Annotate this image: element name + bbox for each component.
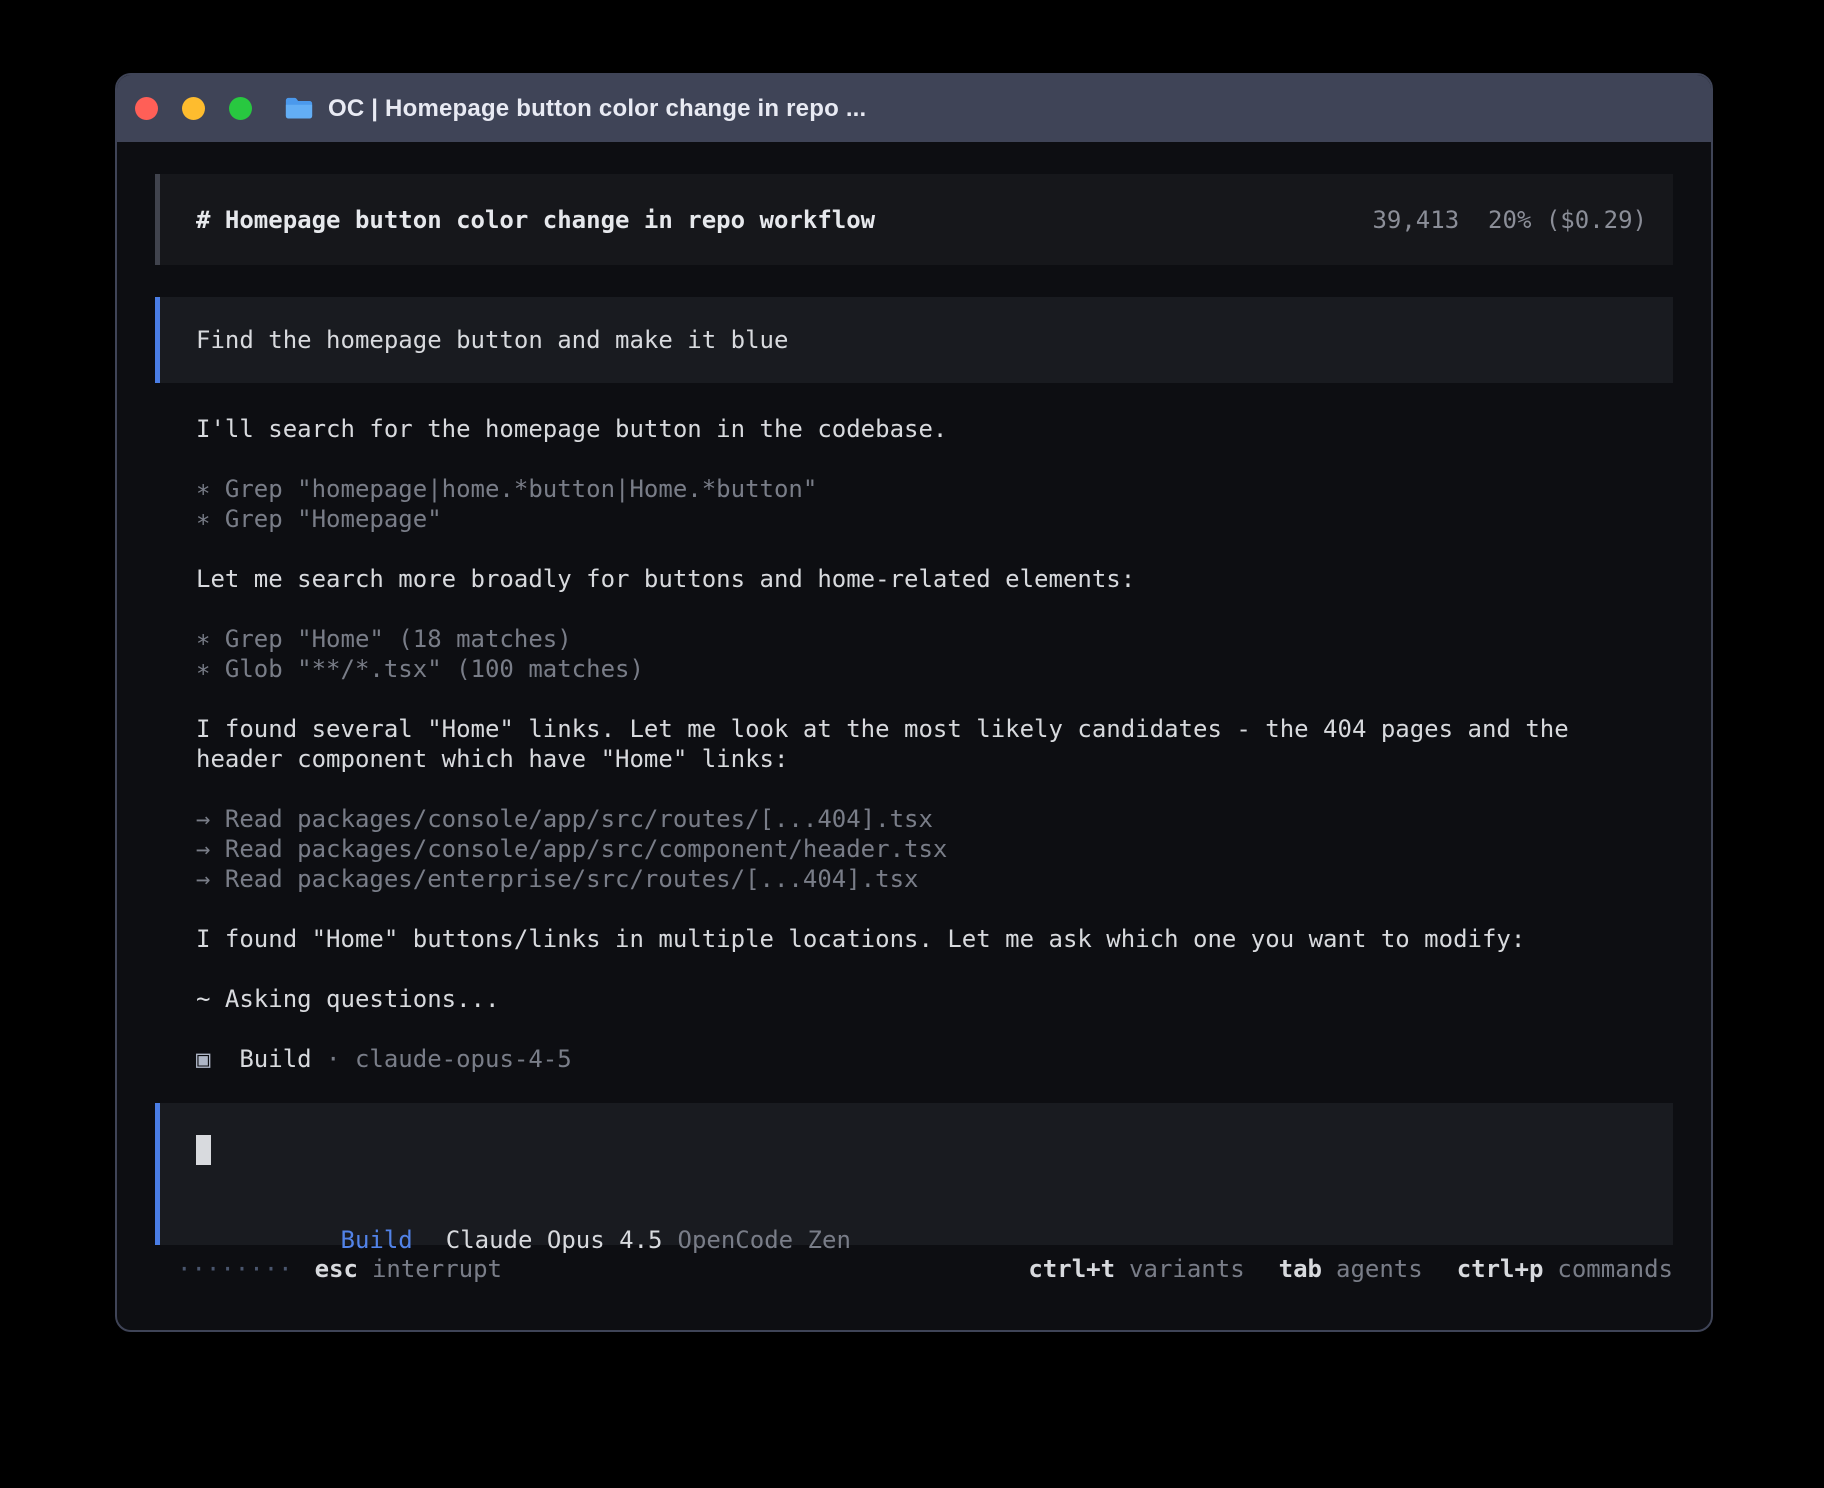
transcript: I'll search for the homepage button in t… [155,414,1673,1074]
shortcut-variants: ctrl+tvariants [1028,1255,1244,1283]
user-message-text: Find the homepage button and make it blu… [196,326,788,354]
transcript-line [196,534,1673,564]
session-title: # Homepage button color change in repo w… [196,206,875,234]
transcript-line: ∗ Grep "Homepage" [196,504,1673,534]
transcript-line [196,594,1673,624]
transcript-line [196,444,1673,474]
transcript-line [196,774,1673,804]
traffic-lights [135,97,252,120]
transcript-line: I'll search for the homepage button in t… [196,414,1673,444]
transcript-line: → Read packages/console/app/src/componen… [196,834,1673,864]
transcript-line: I found "Home" buttons/links in multiple… [196,924,1673,954]
zoom-button[interactable] [229,97,252,120]
shortcut-commands: ctrl+pcommands [1457,1255,1673,1283]
transcript-line: Let me search more broadly for buttons a… [196,564,1673,594]
transcript-line: ~ Asking questions... [196,984,1673,1014]
transcript-line: ▣ Build · claude-opus-4-5 [196,1044,1673,1074]
minimize-button[interactable] [182,97,205,120]
transcript-line: → Read packages/console/app/src/routes/[… [196,804,1673,834]
prompt-input[interactable]: BuildClaude Opus 4.5OpenCode Zen [155,1103,1673,1245]
transcript-line [196,1014,1673,1044]
transcript-line: ∗ Grep "homepage|home.*button|Home.*butt… [196,474,1673,504]
transcript-line [196,954,1673,984]
input-meta-row: BuildClaude Opus 4.5OpenCode Zen [196,1195,1637,1225]
status-left: ········ esc interrupt [177,1255,502,1283]
shortcut-agents: tabagents [1279,1255,1423,1283]
transcript-line: I found several "Home" links. Let me loo… [196,714,1673,744]
close-button[interactable] [135,97,158,120]
folder-icon [284,96,314,121]
status-shortcuts: ctrl+tvariants tabagents ctrl+pcommands [1028,1255,1673,1283]
transcript-line: ∗ Glob "**/*.tsx" (100 matches) [196,654,1673,684]
text-cursor [196,1135,211,1165]
user-message: Find the homepage button and make it blu… [155,297,1673,383]
window-title: OC | Homepage button color change in rep… [328,95,866,123]
session-header: # Homepage button color change in repo w… [155,174,1673,265]
transcript-line: ∗ Grep "Home" (18 matches) [196,624,1673,654]
transcript-line [196,894,1673,924]
interrupt-key: esc [315,1255,358,1283]
transcript-line: → Read packages/enterprise/src/routes/[.… [196,864,1673,894]
transcript-line: header component which have "Home" links… [196,744,1673,774]
spinner-dots: ········ [177,1255,293,1283]
window-titlebar[interactable]: OC | Homepage button color change in rep… [117,75,1711,142]
status-bar: ········ esc interrupt ctrl+tvariants ta… [155,1245,1673,1293]
desktop-background: OC | Homepage button color change in rep… [0,0,1824,1488]
session-stats: 39,413 20% ($0.29) [1372,206,1647,234]
terminal-window: OC | Homepage button color change in rep… [115,73,1713,1332]
interrupt-label: interrupt [372,1255,502,1283]
terminal-content: # Homepage button color change in repo w… [117,142,1711,1330]
transcript-line [196,684,1673,714]
